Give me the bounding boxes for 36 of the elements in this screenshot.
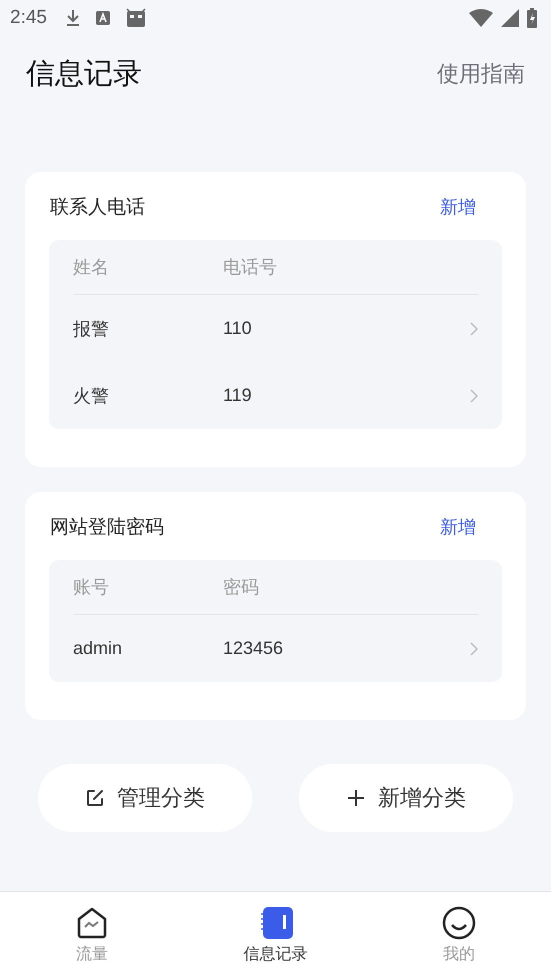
app-notification-icon (94, 10, 111, 26)
table-row[interactable]: admin 123456 (73, 615, 478, 682)
status-time: 2:45 (10, 7, 47, 29)
table-row[interactable]: 报警 110 (73, 295, 478, 362)
chevron-right-icon (470, 322, 478, 336)
section-title: 联系人电话 (50, 195, 145, 220)
nav-tab[interactable]: 信息记录 (184, 892, 368, 979)
table-cell-text: 119 (223, 385, 253, 406)
table-cell-text: 报警 (73, 318, 110, 340)
column-header: 姓名 (73, 256, 110, 279)
download-icon (64, 9, 81, 27)
plus-icon (346, 788, 366, 808)
table-cell-text: admin (73, 638, 124, 659)
table-cell-text: 123456 (223, 638, 284, 659)
chevron-right-icon (470, 642, 478, 656)
add-link[interactable]: 新增 (440, 515, 476, 539)
notebook-icon (258, 906, 292, 940)
signal-icon (501, 9, 519, 27)
manage-button[interactable]: 管理分类 (38, 764, 252, 832)
column-header: 密码 (223, 576, 260, 599)
section-title: 网站登陆密码 (50, 515, 164, 540)
android-icon (124, 8, 147, 28)
guide-link[interactable]: 使用指南 (437, 59, 525, 89)
table-cell-text: 火警 (73, 384, 110, 408)
page-title: 信息记录 (26, 55, 142, 92)
smile-face-icon (442, 906, 476, 940)
column-header: 账号 (73, 576, 110, 599)
battery-icon (527, 8, 537, 28)
edit-icon (85, 788, 105, 808)
table-row[interactable]: 火警 119 (73, 362, 478, 429)
column-header: 电话号 (223, 256, 278, 279)
add-link[interactable]: 新增 (440, 195, 476, 219)
table-cell-text: 110 (223, 318, 253, 339)
add-button[interactable]: 新增分类 (299, 764, 513, 832)
chevron-right-icon (470, 388, 478, 402)
wifi-icon (469, 9, 493, 27)
